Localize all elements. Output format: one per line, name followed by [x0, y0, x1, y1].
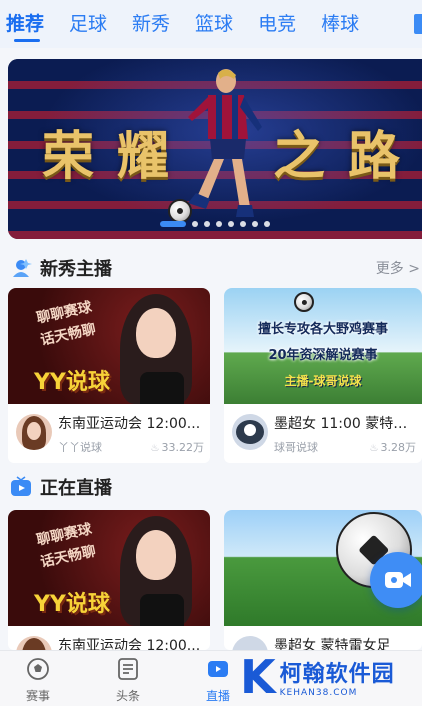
- thumb-text: 主播-球哥说球: [284, 374, 362, 388]
- section-header-new-anchors: 新秀主播 更多 >: [10, 253, 422, 283]
- carousel-dot[interactable]: [264, 221, 270, 227]
- nav-item-live[interactable]: 直播: [188, 657, 248, 704]
- view-count: ♨ 3.28万: [370, 439, 416, 455]
- host-face: [136, 530, 176, 580]
- avatar: [16, 414, 52, 450]
- stream-title: 东南亚运动会 12:00...: [58, 416, 201, 432]
- banner-char: 荣: [42, 126, 97, 187]
- view-count-value: 3.28万: [380, 441, 417, 454]
- carousel-dot[interactable]: [240, 221, 246, 227]
- section-title: 新秀主播: [40, 259, 112, 280]
- stream-info: 墨超女 11:00 蒙特雷... 球哥说球 ♨ 3.28万: [224, 404, 422, 463]
- nav-item-news[interactable]: 头条: [98, 657, 158, 704]
- avatar: [232, 636, 268, 650]
- nav-item-matches[interactable]: 赛事: [8, 657, 68, 704]
- football-icon: [27, 658, 49, 680]
- tab-recommend[interactable]: 推荐: [6, 4, 44, 44]
- top-tab-bar: 推荐 足球 新秀 篮球 电竞 棒球: [0, 0, 422, 48]
- host-outfit: [140, 594, 184, 626]
- carousel-dot[interactable]: [228, 221, 234, 227]
- banner-carousel[interactable]: 荣 耀 之 路: [8, 59, 422, 239]
- live-title: 墨超女 蒙特雷女足: [274, 638, 391, 650]
- watermark-url: KEHAN38.COM: [279, 688, 358, 698]
- thumb-text: 擅长专攻各大野鸡赛事: [257, 322, 388, 337]
- tab-baseball[interactable]: 棒球: [321, 4, 359, 44]
- view-count-value: 33.22万: [161, 441, 205, 454]
- carousel-dot[interactable]: [192, 221, 198, 227]
- stream-title: 墨超女 11:00 蒙特雷...: [274, 416, 416, 432]
- heat-icon: ♨: [369, 443, 379, 454]
- start-live-button[interactable]: [370, 552, 422, 608]
- live-info: 东南亚运动会 12:00...: [8, 626, 210, 650]
- heat-icon: ♨: [150, 443, 160, 454]
- host-outfit: [140, 372, 184, 404]
- video-camera-icon: [385, 572, 411, 588]
- football-player-image: [188, 69, 262, 217]
- tab-basketball[interactable]: 篮球: [195, 4, 233, 44]
- nav-label: 头条: [115, 689, 140, 703]
- live-thumbnail: 聊聊赛球 话天畅聊 YY说球: [8, 510, 210, 626]
- tab-esports[interactable]: 电竞: [258, 4, 296, 44]
- live-title: 东南亚运动会 12:00...: [58, 638, 201, 650]
- live-icon: [208, 661, 228, 677]
- thumb-ball: [294, 292, 314, 312]
- banner-ball: [168, 199, 192, 223]
- avatar: [232, 414, 268, 450]
- section-title: 正在直播: [40, 478, 112, 499]
- carousel-dot-active[interactable]: [160, 221, 186, 227]
- watermark-logo: K 柯翰软件园 KEHAN38.COM: [240, 652, 395, 702]
- tab-overflow-indicator: [414, 14, 422, 34]
- stream-thumbnail: 擅长专攻各大野鸡赛事 20年资深解说赛事 主播-球哥说球: [224, 288, 422, 404]
- tv-icon: [11, 476, 31, 496]
- banner-char: 耀: [117, 126, 172, 187]
- tab-rookie[interactable]: 新秀: [132, 4, 170, 44]
- more-link[interactable]: 更多 >: [376, 258, 420, 278]
- avatar: [16, 636, 52, 650]
- host-face: [136, 308, 176, 358]
- live-info: 墨超女 蒙特雷女足: [224, 626, 422, 650]
- brand-logo: YY说球: [34, 370, 110, 395]
- watermark-text: 柯翰软件园 KEHAN38.COM: [280, 656, 395, 698]
- rookie-icon: [13, 259, 32, 277]
- carousel-dot[interactable]: [252, 221, 258, 227]
- carousel-dot[interactable]: [204, 221, 210, 227]
- stream-card[interactable]: 聊聊赛球 话天畅聊 YY说球 东南亚运动会 12:00... 丫丫说球 ♨ 33.…: [8, 288, 210, 463]
- news-icon: [118, 658, 138, 680]
- watermark-letter: K: [240, 650, 276, 704]
- tab-football[interactable]: 足球: [69, 4, 107, 44]
- stream-thumbnail: 聊聊赛球 话天畅聊 YY说球: [8, 288, 210, 404]
- section-header-live: 正在直播: [10, 472, 112, 502]
- thumb-text: 20年资深解说赛事: [268, 348, 378, 363]
- live-card[interactable]: 聊聊赛球 话天畅聊 YY说球 东南亚运动会 12:00...: [8, 510, 210, 650]
- banner-char: 路: [347, 126, 402, 187]
- view-count: ♨ 33.22万: [151, 439, 204, 455]
- carousel-indicator: [8, 221, 422, 227]
- watermark-name: 柯翰软件园: [279, 662, 395, 687]
- brand-logo: YY说球: [34, 592, 110, 617]
- banner-char: 之: [272, 126, 327, 187]
- carousel-dot[interactable]: [216, 221, 222, 227]
- anchor-name: 球哥说球: [274, 441, 318, 454]
- nav-label: 直播: [205, 689, 230, 703]
- stream-card[interactable]: 擅长专攻各大野鸡赛事 20年资深解说赛事 主播-球哥说球 墨超女 11:00 蒙…: [224, 288, 422, 463]
- anchor-name: 丫丫说球: [58, 441, 102, 454]
- nav-label: 赛事: [25, 689, 50, 703]
- stream-info: 东南亚运动会 12:00... 丫丫说球 ♨ 33.22万: [8, 404, 210, 463]
